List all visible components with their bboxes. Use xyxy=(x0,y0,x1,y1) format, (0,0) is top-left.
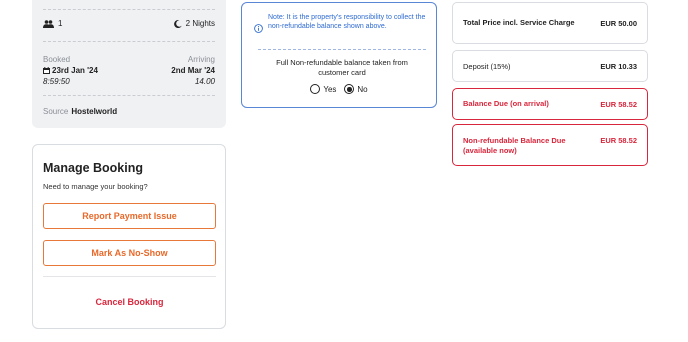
source-row: Source Hostelworld xyxy=(43,107,215,116)
arriving-label: Arriving xyxy=(187,55,215,64)
radio-no-label: No xyxy=(357,84,368,94)
radio-yes-circle[interactable] xyxy=(310,84,321,94)
report-payment-issue-button[interactable]: Report Payment Issue xyxy=(43,203,216,229)
info-icon xyxy=(254,24,263,33)
booked-date: 23rd Jan '24 xyxy=(43,66,98,75)
guests-count: 1 xyxy=(43,19,62,28)
guests-nights-row: 1 2 Nights xyxy=(43,19,215,28)
manage-divider xyxy=(43,276,216,277)
balance-due-row: Balance Due (on arrival) EUR 58.52 xyxy=(452,88,648,120)
balance-due-label: Balance Due (on arrival) xyxy=(463,99,549,108)
manage-booking-title: Manage Booking xyxy=(43,161,144,175)
cancel-booking-button[interactable]: Cancel Booking xyxy=(43,293,216,311)
radio-yes-label: Yes xyxy=(323,84,337,94)
non-refundable-balance-label: Non-refundable Balance Due (available no… xyxy=(463,136,566,155)
balance-taken-question: Full Non-refundable balance taken from c… xyxy=(276,58,408,77)
total-price-row: Total Price incl. Service Charge EUR 50.… xyxy=(452,2,648,44)
booked-date-value: 23rd Jan '24 xyxy=(52,66,98,75)
deposit-label: Deposit (15%) xyxy=(463,61,511,71)
total-price-value: EUR 50.00 xyxy=(600,18,637,28)
dates-row: Booked 23rd Jan '24 8:59:50 Arriving 2nd… xyxy=(43,55,215,86)
summary-divider xyxy=(43,9,215,10)
arriving-block: Arriving 2nd Mar '24 14.00 xyxy=(171,55,215,86)
booking-summary-card: 1 2 Nights Booked 23rd Jan '24 8:59:50 A… xyxy=(32,0,226,128)
total-price-label: Total Price incl. Service Charge xyxy=(463,18,575,27)
manage-booking-card: Manage Booking Need to manage your booki… xyxy=(32,144,226,329)
deposit-value: EUR 10.33 xyxy=(600,61,637,71)
deposit-row: Deposit (15%) EUR 10.33 xyxy=(452,50,648,82)
non-refundable-balance-value: EUR 58.52 xyxy=(600,136,637,145)
nights-value: 2 Nights xyxy=(185,19,215,28)
collection-note-card: Note: It is the property's responsibilit… xyxy=(241,2,437,108)
summary-divider xyxy=(43,41,215,42)
source-value: Hostelworld xyxy=(71,107,118,116)
booked-block: Booked 23rd Jan '24 8:59:50 xyxy=(43,55,98,86)
radio-no-circle[interactable] xyxy=(344,84,355,94)
manage-booking-subtitle: Need to manage your booking? xyxy=(43,182,148,191)
arriving-time: 14.00 xyxy=(194,77,215,86)
non-refundable-balance-row: Non-refundable Balance Due (available no… xyxy=(452,124,648,166)
people-icon xyxy=(43,20,54,28)
nights-count: 2 Nights xyxy=(173,19,215,28)
moon-icon xyxy=(173,19,182,28)
summary-divider xyxy=(43,95,215,96)
radio-no[interactable]: No xyxy=(344,84,368,94)
source-label: Source xyxy=(43,107,69,116)
calendar-icon xyxy=(43,67,50,75)
note-divider xyxy=(258,49,426,50)
arriving-date: 2nd Mar '24 xyxy=(171,66,215,75)
radio-yes[interactable]: Yes xyxy=(310,84,336,94)
mark-no-show-button[interactable]: Mark As No-Show xyxy=(43,240,216,266)
booked-label: Booked xyxy=(43,55,71,64)
guests-value: 1 xyxy=(58,19,63,28)
balance-due-value: EUR 58.52 xyxy=(600,99,637,109)
note-text: Note: It is the property's responsibilit… xyxy=(268,14,426,30)
booked-time: 8:59:50 xyxy=(43,77,70,86)
balance-taken-radio-group: Yes No xyxy=(242,84,436,94)
